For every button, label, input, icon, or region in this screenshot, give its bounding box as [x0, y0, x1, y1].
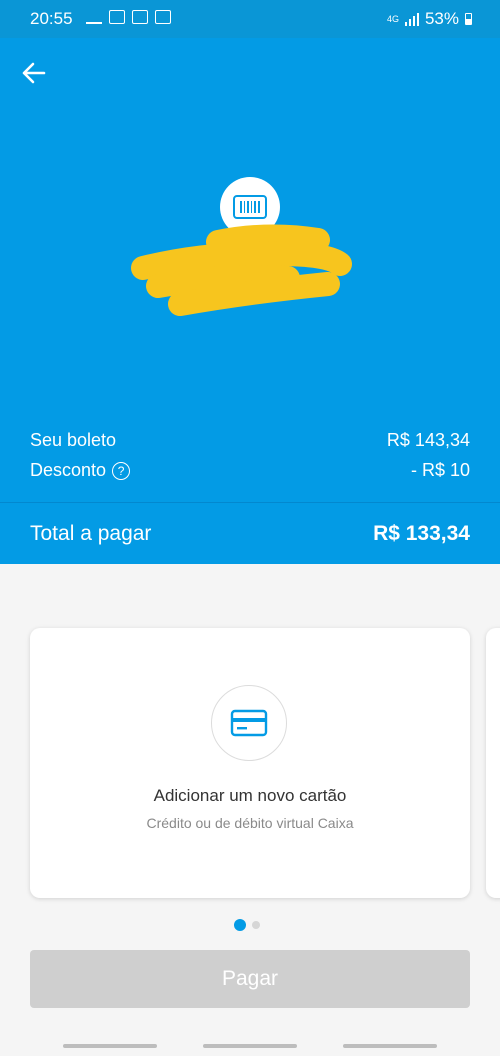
total-label: Total a pagar [30, 521, 152, 545]
network-type: 4G [386, 14, 399, 24]
pagination-dot[interactable] [252, 921, 260, 929]
nav-handle[interactable] [63, 1044, 157, 1048]
system-status: 4G 53% [387, 9, 472, 29]
pay-button[interactable]: Pagar [30, 950, 470, 1008]
help-icon[interactable]: ? [112, 462, 131, 480]
next-card-peek[interactable] [486, 628, 500, 898]
payment-header: Seu boleto R$ 143,34 Desconto? - R$ 10 [0, 38, 500, 502]
discount-row: Desconto? - R$ 10 [30, 460, 470, 481]
discount-label: Desconto [30, 460, 107, 480]
pagination-dot-active[interactable] [234, 919, 246, 931]
battery-percent: 53% [424, 9, 459, 28]
boleto-value: R$ 143,34 [386, 430, 470, 450]
barcode-icon [233, 195, 267, 219]
total-value: R$ 133,34 [373, 521, 470, 545]
total-bar: Total a pagar R$ 133,34 [0, 502, 500, 564]
credit-card-icon [230, 709, 268, 737]
notification-icon [132, 10, 148, 24]
redaction-scribble [131, 224, 352, 316]
nav-handle[interactable] [343, 1044, 437, 1048]
discount-value: - R$ 10 [410, 460, 470, 480]
add-card-option[interactable]: Adicionar um novo cartão Crédito ou de d… [30, 628, 470, 898]
arrow-left-icon [22, 62, 46, 84]
battery-icon [465, 13, 472, 25]
notification-icon [86, 10, 102, 24]
card-title: Adicionar um novo cartão [153, 786, 347, 805]
card-icon-circle [211, 685, 287, 761]
back-button[interactable] [20, 60, 50, 86]
signal-icon [404, 12, 419, 26]
discount-label-group: Desconto? [30, 460, 131, 481]
carousel-pagination [234, 919, 260, 931]
nav-handle[interactable] [203, 1044, 297, 1048]
card-subtitle: Crédito ou de débito virtual Caixa [146, 815, 354, 831]
boleto-label: Seu boleto [30, 430, 117, 450]
notification-icon [109, 10, 125, 24]
system-navigation-bar [0, 1044, 500, 1048]
status-time: 20:55 [30, 9, 73, 28]
notification-icons [86, 10, 171, 24]
boleto-row: Seu boleto R$ 143,34 [30, 430, 470, 451]
status-bar: 20:55 4G 53% [0, 0, 500, 38]
image-icon [155, 10, 171, 24]
